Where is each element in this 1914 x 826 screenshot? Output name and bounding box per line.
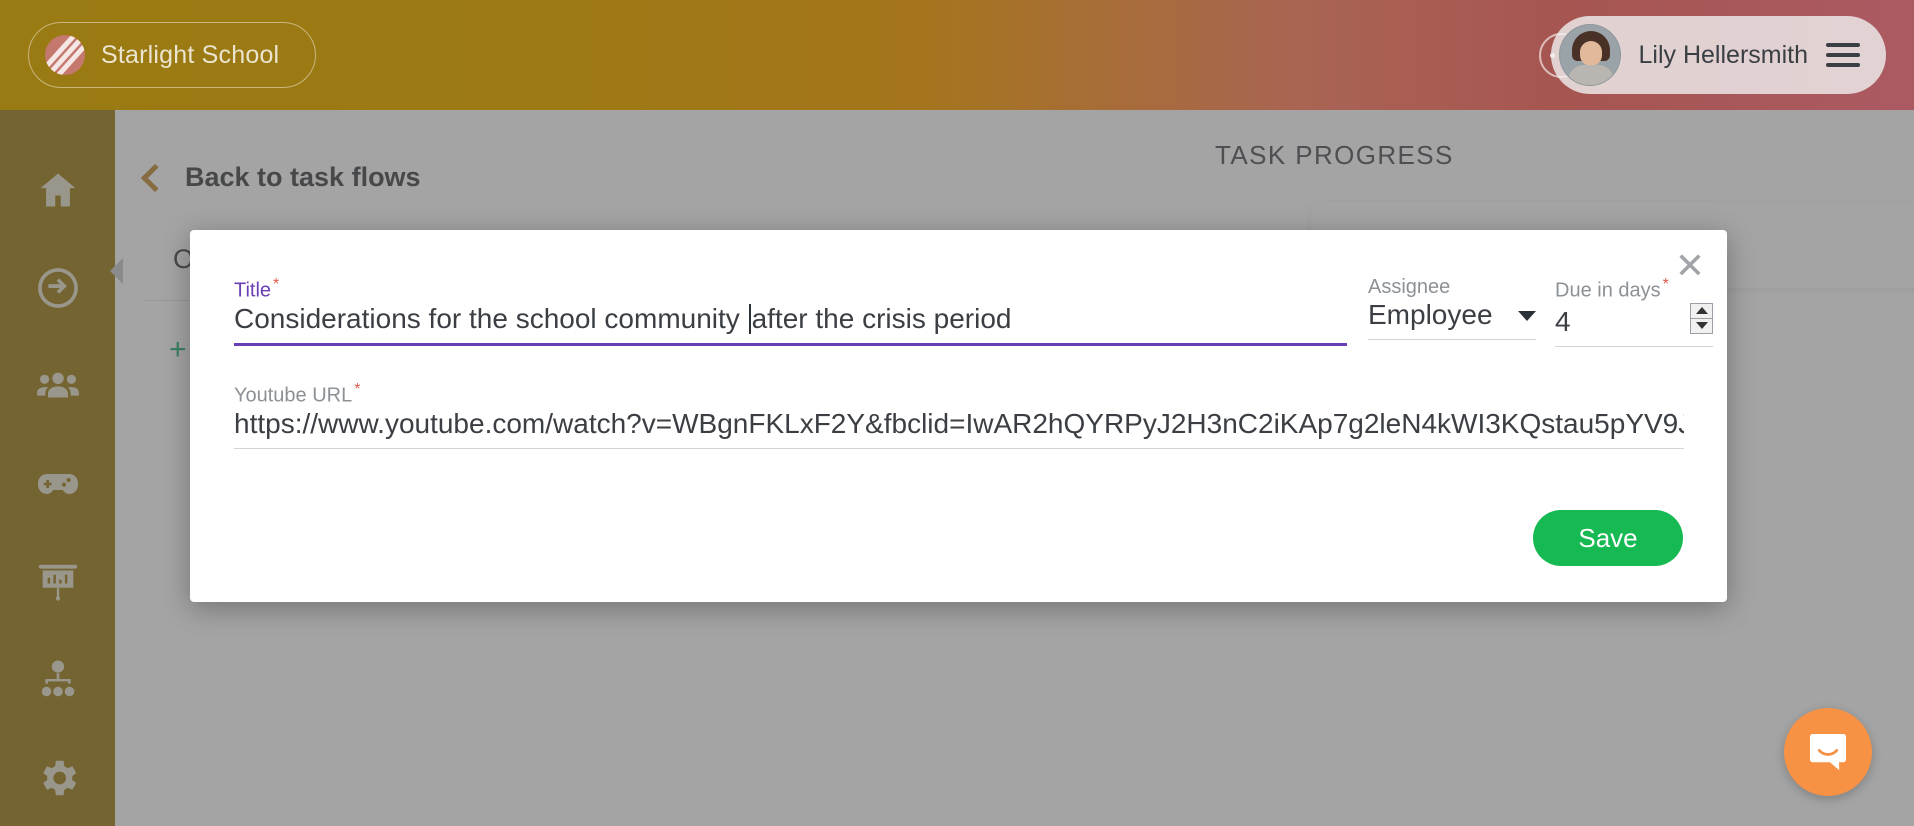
title-underline-focused — [234, 342, 1347, 346]
youtube-url-underline — [234, 447, 1684, 449]
chat-launcher-button[interactable] — [1784, 708, 1872, 796]
spinner-down-button[interactable] — [1691, 319, 1712, 333]
spinner-up-button[interactable] — [1691, 304, 1712, 319]
user-menu[interactable]: Lily Hellersmith — [1550, 16, 1886, 94]
assignee-field: Assignee Employee — [1368, 276, 1536, 340]
save-button[interactable]: Save — [1533, 510, 1683, 566]
text-cursor — [748, 303, 751, 334]
title-value-after-caret: after the crisis period — [751, 302, 1012, 334]
edit-task-modal: ✕ Title * Considerations for the school c… — [190, 230, 1727, 602]
chat-bubble-icon — [1810, 734, 1846, 771]
brand-button[interactable]: Starlight School — [28, 22, 317, 88]
app-root: Back to task flows Onboarding + Add task… — [0, 0, 1914, 826]
assignee-label: Assignee — [1368, 276, 1451, 298]
title-input[interactable]: Considerations for the school community … — [234, 303, 1347, 343]
top-header-bar: Starlight School Lily Hellersmith — [0, 0, 1914, 110]
number-spinner-icon[interactable] — [1690, 302, 1713, 334]
user-name: Lily Hellersmith — [1638, 40, 1808, 69]
assignee-value: Employee — [1368, 299, 1493, 330]
dropdown-caret-icon — [1518, 311, 1536, 321]
assignee-select[interactable]: Employee — [1368, 299, 1536, 339]
due-in-days-field: Due in days * 4 — [1555, 276, 1713, 347]
due-in-days-label: Due in days * — [1555, 276, 1669, 302]
avatar — [1558, 24, 1621, 86]
youtube-url-label: Youtube URL * — [234, 381, 361, 407]
hamburger-menu-icon[interactable] — [1826, 43, 1860, 67]
due-in-days-underline — [1555, 345, 1713, 347]
youtube-url-field: Youtube URL * https://www.youtube.com/wat… — [234, 381, 1684, 449]
due-in-days-input[interactable]: 4 — [1555, 306, 1571, 338]
required-asterisk: * — [273, 276, 280, 293]
due-in-days-row: 4 — [1555, 302, 1713, 346]
striped-circle-logo-icon — [45, 35, 85, 75]
required-asterisk: * — [354, 381, 361, 398]
youtube-url-input[interactable]: https://www.youtube.com/watch?v=WBgnFKLx… — [234, 408, 1684, 448]
title-field: Title * Considerations for the school com… — [234, 276, 1347, 346]
required-asterisk: * — [1662, 276, 1669, 293]
title-label: Title * — [234, 276, 280, 302]
assignee-underline — [1368, 339, 1536, 340]
title-value-before-caret: Considerations for the school community — [234, 302, 748, 334]
brand-name: Starlight School — [101, 40, 280, 69]
